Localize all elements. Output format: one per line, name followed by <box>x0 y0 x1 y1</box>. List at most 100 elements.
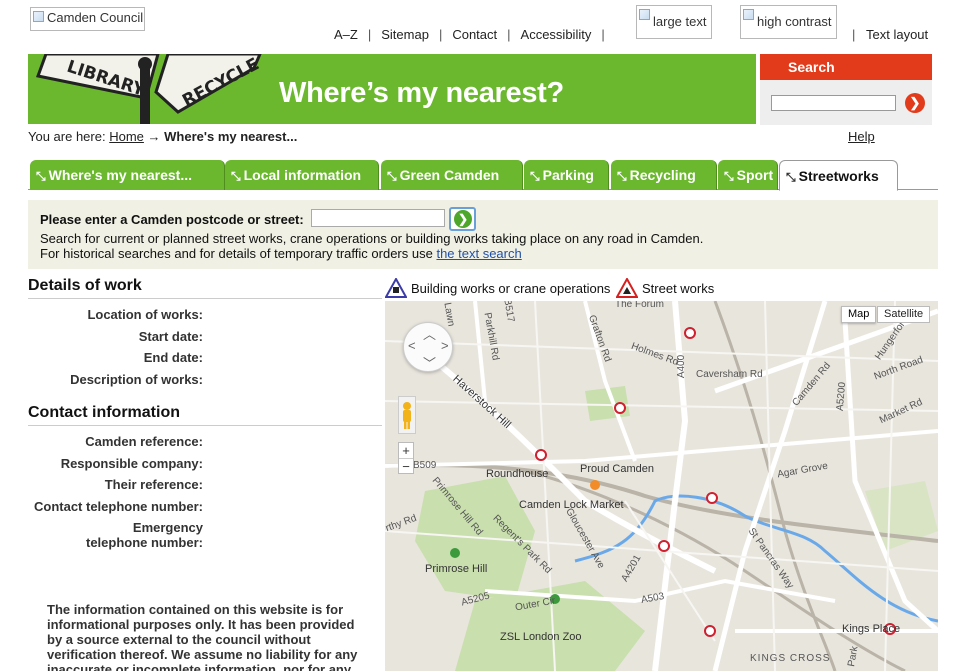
tab-arrow-icon: ⤡ <box>231 169 241 183</box>
tab-wheres-my-nearest[interactable]: ⤡ Where's my nearest... <box>30 160 225 190</box>
map-label: Proud Camden <box>580 463 654 475</box>
divider <box>28 425 382 426</box>
tab-local-information[interactable]: ⤡ Local information <box>225 160 379 190</box>
legend-building-works: Building works or crane operations <box>385 278 610 298</box>
field-end-date-label: End date: <box>143 350 203 365</box>
broken-image-icon <box>743 9 754 20</box>
broken-image-icon <box>33 11 44 22</box>
postcode-go-button[interactable]: ❯ <box>449 207 476 231</box>
tab-arrow-icon: ⤡ <box>36 169 46 183</box>
street-view-pegman-icon[interactable] <box>398 396 416 434</box>
pan-down-icon[interactable]: ﹀ <box>423 353 436 372</box>
streetworks-map[interactable]: The Forum Parkhill Rd B517 Grafton Rd Ho… <box>385 301 938 671</box>
tab-arrow-icon: ⤡ <box>724 169 734 183</box>
tab-streetworks[interactable]: ⤡ Streetworks <box>779 160 898 191</box>
tab-label: Parking <box>542 167 594 183</box>
map-type-map-button[interactable]: Map <box>841 306 877 323</box>
large-text-alt: large text <box>653 14 707 29</box>
site-search: Search ❯ <box>760 54 932 125</box>
breadcrumb: You are here: Home → Where's my nearest.… <box>28 129 297 144</box>
divider <box>28 298 382 299</box>
util-separator: | <box>852 27 856 42</box>
high-contrast-button[interactable]: high contrast <box>740 5 837 39</box>
disclaimer-text: The information contained on this websit… <box>47 602 358 671</box>
map-type-satellite-button[interactable]: Satellite <box>877 306 931 323</box>
breadcrumb-current: Where's my nearest... <box>164 129 298 144</box>
util-link-sitemap[interactable]: Sitemap <box>381 27 429 42</box>
postcode-input[interactable] <box>311 209 445 227</box>
map-label: B509 <box>413 460 437 471</box>
util-separator: | <box>367 27 372 42</box>
tab-label: Green Camden <box>399 167 500 183</box>
map-label: Roundhouse <box>486 468 549 480</box>
tab-sport[interactable]: ⤡ Sport <box>718 160 778 190</box>
legend-street-label: Street works <box>642 280 715 296</box>
camden-council-logo[interactable]: Camden Council <box>30 7 145 31</box>
logo-alt-text: Camden Council <box>47 10 144 25</box>
util-link-a-z[interactable]: A–Z <box>334 27 358 42</box>
field-their-reference-label: Their reference: <box>104 477 203 492</box>
map-label: KINGS CROSS <box>750 653 831 664</box>
breadcrumb-arrow: → <box>147 129 161 144</box>
large-text-button[interactable]: large text <box>636 5 712 39</box>
util-separator: | <box>601 27 605 42</box>
map-label: The Forum <box>615 301 664 310</box>
text-search-link[interactable]: the text search <box>436 246 521 261</box>
util-link-accessibility[interactable]: Accessibility <box>521 27 592 42</box>
pan-up-icon[interactable]: ︿ <box>423 324 436 343</box>
high-contrast-alt: high contrast <box>757 14 832 29</box>
contact-heading: Contact information <box>28 404 180 421</box>
tab-bar: ⤡ Where's my nearest... ⤡ Local informatio… <box>28 160 938 191</box>
breadcrumb-prefix: You are here: <box>28 129 106 144</box>
map-zoom-control: + − <box>398 442 414 474</box>
legend-street-works: Street works <box>616 278 714 298</box>
map-label: Kings Place <box>842 623 901 635</box>
search-heading: Search <box>760 54 932 80</box>
tab-label: Recycling <box>629 167 696 183</box>
field-description-label: Description of works: <box>70 372 203 387</box>
postcode-search-panel: Please enter a Camden postcode or street… <box>28 200 938 269</box>
field-emergency-telephone-label: Emergency telephone number: <box>85 520 203 550</box>
util-separator: | <box>507 27 511 42</box>
tab-parking[interactable]: ⤡ Parking <box>524 160 609 190</box>
historical-note-text: For historical searches and for details … <box>40 246 433 261</box>
field-start-date-label: Start date: <box>138 329 203 344</box>
building-works-icon <box>385 278 407 298</box>
tab-arrow-icon: ⤡ <box>530 169 540 183</box>
util-link-contact[interactable]: Contact <box>452 27 497 42</box>
breadcrumb-home-link[interactable]: Home <box>109 129 144 144</box>
pan-left-icon[interactable]: < <box>408 338 416 353</box>
go-arrow-icon: ❯ <box>454 210 472 228</box>
map-label: Caversham Rd <box>696 369 763 380</box>
details-heading: Details of work <box>28 277 142 294</box>
postcode-description: Search for current or planned street wor… <box>40 231 704 246</box>
tab-label: Sport <box>736 167 774 183</box>
banner: LIBRARY RECYCLE Where’s my nearest? <box>28 54 756 124</box>
signpost-graphic: LIBRARY RECYCLE <box>28 54 268 124</box>
banner-title: Where’s my nearest? <box>279 77 564 109</box>
map-pan-control[interactable]: ︿ ﹀ < > <box>403 322 453 372</box>
tab-label: Where's my nearest... <box>48 167 192 183</box>
text-layout-link[interactable]: Text layout <box>866 27 928 42</box>
help-link[interactable]: Help <box>848 129 875 144</box>
zoom-out-button[interactable]: − <box>399 458 413 474</box>
map-label: A400 <box>676 354 688 379</box>
utility-nav: A–Z | Sitemap | Contact | Accessibility … <box>334 27 615 42</box>
search-input[interactable] <box>771 95 896 111</box>
field-camden-reference-label: Camden reference: <box>85 434 203 449</box>
map-label: ZSL London Zoo <box>500 631 582 643</box>
tab-arrow-icon: ⤡ <box>786 170 796 184</box>
util-separator: | <box>438 27 443 42</box>
search-go-icon[interactable]: ❯ <box>905 93 925 113</box>
zoom-in-button[interactable]: + <box>399 443 413 458</box>
broken-image-icon <box>639 9 650 20</box>
legend-building-label: Building works or crane operations <box>411 280 611 296</box>
tab-arrow-icon: ⤡ <box>617 169 627 183</box>
postcode-label: Please enter a Camden postcode or street… <box>40 212 304 227</box>
field-location-label: Location of works: <box>87 307 203 322</box>
tab-label: Local information <box>243 167 362 183</box>
map-label: Primrose Hill <box>425 563 488 575</box>
tab-green-camden[interactable]: ⤡ Green Camden <box>381 160 523 190</box>
tab-recycling[interactable]: ⤡ Recycling <box>611 160 717 190</box>
pan-right-icon[interactable]: > <box>441 338 449 353</box>
